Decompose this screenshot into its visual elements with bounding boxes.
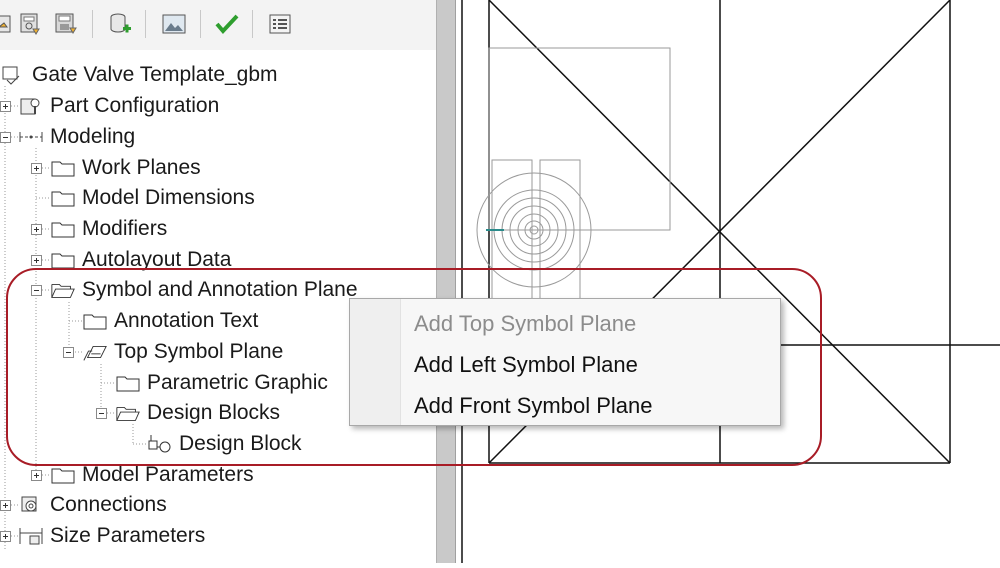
tree-item-label: Autolayout Data: [82, 248, 232, 271]
tree-root[interactable]: Gate Valve Template_gbm: [0, 62, 278, 88]
collapse-toggle[interactable]: [0, 132, 11, 143]
tree-item-design-block[interactable]: Design Block: [147, 431, 302, 457]
open-folder-icon: [115, 402, 141, 424]
checkmark-icon[interactable]: [212, 9, 242, 39]
tree-item-label: Symbol and Annotation Plane: [82, 278, 358, 301]
tree-item-part-configuration[interactable]: Part Configuration: [18, 93, 219, 119]
folder-icon: [50, 187, 76, 209]
tree-item-label: Annotation Text: [114, 309, 259, 332]
menu-item-add-top-symbol-plane: Add Top Symbol Plane: [414, 311, 637, 336]
tree-item-top-symbol-plane[interactable]: Top Symbol Plane: [82, 339, 283, 365]
menu-item-add-front-symbol-plane[interactable]: Add Front Symbol Plane: [414, 393, 652, 419]
tree-item-label: Top Symbol Plane: [114, 340, 284, 363]
part-configuration-icon: [18, 95, 44, 117]
tree-item-model-parameters[interactable]: Model Parameters: [50, 462, 254, 488]
tree-item-label: Size Parameters: [50, 524, 206, 547]
collapse-toggle[interactable]: [31, 285, 42, 296]
tree-item-parametric-graphic[interactable]: Parametric Graphic: [115, 370, 328, 396]
connections-icon: [18, 494, 44, 516]
folder-icon: [50, 464, 76, 486]
context-menu: Add Top Symbol Plane Add Left Symbol Pla…: [349, 298, 781, 426]
tree-item-label: Parametric Graphic: [147, 371, 328, 394]
collapse-toggle[interactable]: [96, 408, 107, 419]
folder-icon: [50, 218, 76, 240]
save-template-icon[interactable]: [51, 9, 81, 39]
expand-toggle[interactable]: [0, 500, 11, 511]
folder-icon: [50, 249, 76, 271]
context-menu-gutter: [350, 299, 401, 425]
tree-item-annotation-text[interactable]: Annotation Text: [82, 308, 258, 334]
folder-icon: [50, 157, 76, 179]
toolbar: [0, 0, 436, 50]
check-in-icon[interactable]: [15, 9, 45, 39]
design-block-icon: [147, 433, 173, 455]
folder-icon: [82, 310, 108, 332]
tree-item-label: Design Blocks: [147, 401, 281, 424]
tree-item-label: Modifiers: [82, 217, 168, 240]
open-folder-icon: [50, 279, 76, 301]
expand-toggle[interactable]: [0, 101, 11, 112]
collapse-toggle[interactable]: [63, 347, 74, 358]
tree-item-size-parameters[interactable]: Size Parameters: [18, 523, 205, 549]
tree-item-connections[interactable]: Connections: [18, 492, 167, 518]
modeling-icon: [18, 126, 44, 148]
tree-item-label: Modeling: [50, 125, 136, 148]
tree-item-work-planes[interactable]: Work Planes: [50, 155, 201, 181]
tree-item-model-dimensions[interactable]: Model Dimensions: [50, 185, 255, 211]
expand-toggle[interactable]: [31, 470, 42, 481]
image-icon[interactable]: [159, 9, 189, 39]
tree-item-symbol-and-annotation-plane[interactable]: Symbol and Annotation Plane: [50, 277, 358, 303]
panel-splitter[interactable]: [436, 0, 456, 563]
symbol-plane-icon: [82, 341, 108, 363]
properties-icon[interactable]: [265, 9, 295, 39]
tree-item-modifiers[interactable]: Modifiers: [50, 216, 167, 242]
expand-toggle[interactable]: [31, 255, 42, 266]
tree-item-label: Design Block: [179, 432, 302, 455]
size-parameters-icon: [18, 525, 44, 547]
toolbar-separator: [200, 10, 201, 38]
tree-item-label: Connections: [50, 493, 167, 516]
toolbar-separator: [252, 10, 253, 38]
tree-item-label: Work Planes: [82, 156, 201, 179]
tree-item-label: Part Configuration: [50, 94, 220, 117]
add-database-icon[interactable]: [105, 9, 135, 39]
menu-item-add-left-symbol-plane[interactable]: Add Left Symbol Plane: [414, 352, 638, 378]
drawing-canvas[interactable]: [456, 0, 1000, 563]
toolbar-separator: [92, 10, 93, 38]
toolbar-separator: [145, 10, 146, 38]
tree-item-label: Model Parameters: [82, 463, 254, 486]
drawing-graphics: [461, 0, 1000, 563]
tree-item-label: Model Dimensions: [82, 186, 255, 209]
template-icon: [0, 64, 26, 86]
expand-toggle[interactable]: [0, 531, 11, 542]
expand-toggle[interactable]: [31, 224, 42, 235]
folder-icon: [115, 372, 141, 394]
tree-item-autolayout-data[interactable]: Autolayout Data: [50, 247, 231, 273]
tree-root-label: Gate Valve Template_gbm: [32, 63, 278, 86]
tree-item-design-blocks[interactable]: Design Blocks: [115, 400, 280, 426]
expand-toggle[interactable]: [31, 163, 42, 174]
tree-item-modeling[interactable]: Modeling: [18, 124, 135, 150]
